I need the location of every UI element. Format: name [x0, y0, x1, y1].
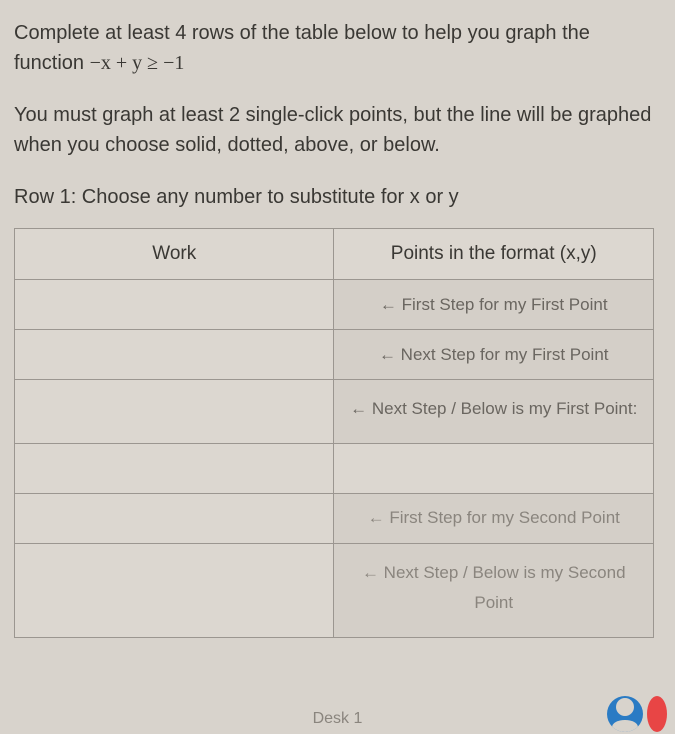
points-cell[interactable] [334, 443, 654, 493]
avatar-icon[interactable] [607, 696, 643, 732]
work-cell[interactable] [15, 280, 334, 330]
desk-label: Desk 1 [313, 710, 363, 728]
work-cell[interactable] [15, 493, 334, 543]
points-cell: ← Next Step / Below is my First Point: [334, 380, 654, 444]
table-row: ← Next Step for my First Point [15, 330, 654, 380]
instruction-paragraph-1: Complete at least 4 rows of the table be… [14, 18, 661, 78]
table-row: ← First Step for my Second Point [15, 493, 654, 543]
work-points-table: Work Points in the format (x,y) ← First … [14, 228, 654, 638]
table-row: ← Next Step / Below is my Second Point [15, 543, 654, 637]
bottom-icons [607, 696, 667, 732]
work-cell[interactable] [15, 543, 334, 637]
red-circle-icon[interactable] [647, 696, 667, 732]
table-row: ← Next Step / Below is my First Point: [15, 380, 654, 444]
header-points: Points in the format (x,y) [334, 229, 654, 280]
instruction-paragraph-2: You must graph at least 2 single-click p… [14, 100, 661, 160]
points-cell: ← First Step for my Second Point [334, 493, 654, 543]
math-expression: −x + y ≥ −1 [90, 52, 185, 74]
points-cell: ← First Step for my First Point [334, 280, 654, 330]
points-cell: ← Next Step / Below is my Second Point [334, 543, 654, 637]
table-row: ← First Step for my First Point [15, 280, 654, 330]
points-cell: ← Next Step for my First Point [334, 330, 654, 380]
work-cell[interactable] [15, 380, 334, 444]
table-row [15, 443, 654, 493]
header-work: Work [15, 229, 334, 280]
row-1-label: Row 1: Choose any number to substitute f… [14, 182, 661, 212]
work-cell[interactable] [15, 443, 334, 493]
work-cell[interactable] [15, 330, 334, 380]
